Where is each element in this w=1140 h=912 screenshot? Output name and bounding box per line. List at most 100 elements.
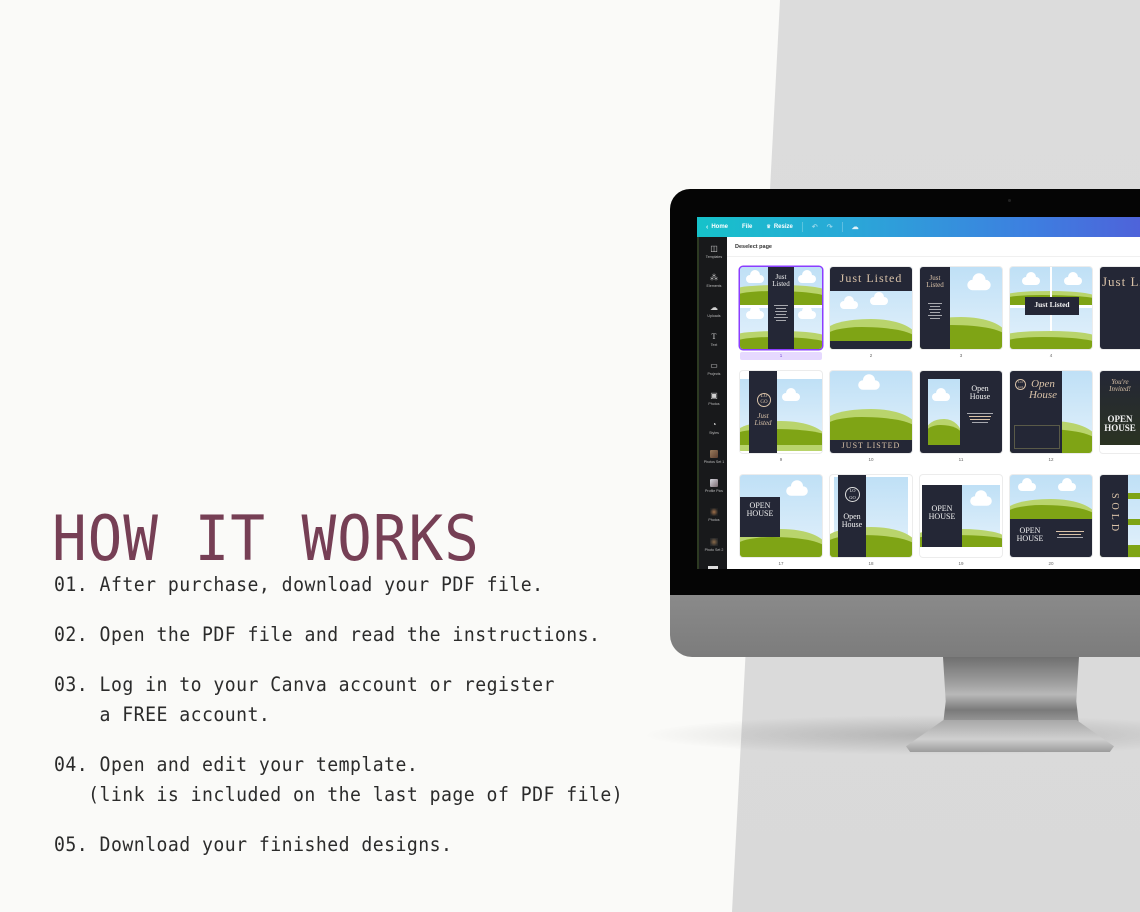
sidebar-item-styles[interactable]: ◔ Styles bbox=[699, 413, 729, 442]
camera-icon bbox=[1008, 199, 1011, 202]
page-preview: JUST LISTED bbox=[830, 371, 912, 453]
step-text: After purchase, download your PDF file. bbox=[99, 573, 544, 596]
sidebar-item-templates[interactable]: ◫ Templates bbox=[699, 237, 729, 266]
page-number: 10 bbox=[868, 457, 874, 462]
step-text-continued: (link is included on the last page of PD… bbox=[54, 783, 624, 806]
page-title: Just Listed bbox=[926, 274, 944, 289]
page-thumbnail[interactable]: LO GO Open House 12 bbox=[1010, 371, 1092, 475]
page-number: 19 bbox=[958, 561, 964, 566]
monitor-stand-foot bbox=[906, 720, 1114, 752]
canva-editor-screen: ‹ Home File ♛ Resize ↶ ↷ ☁ ◫ Templates ⁂ E… bbox=[697, 217, 1140, 569]
page-preview: Just Listed bbox=[920, 267, 1002, 349]
page-title: Just Listed bbox=[1034, 300, 1070, 309]
sidebar-item-label: Photo Set 2 bbox=[704, 547, 724, 552]
page-number: 4 bbox=[1049, 353, 1053, 358]
page-thumbnail[interactable]: You're Invited! OPEN HOUSE bbox=[1100, 371, 1140, 475]
home-button[interactable]: ‹ Home bbox=[706, 224, 728, 231]
page-title: OPEN HOUSE bbox=[1104, 414, 1136, 433]
sidebar-item-label: Styles bbox=[709, 430, 719, 435]
deselect-page-button[interactable]: Deselect page bbox=[727, 237, 1140, 257]
home-label: Home bbox=[711, 224, 729, 230]
page-thumbnail[interactable]: Open House 11 bbox=[920, 371, 1002, 475]
page-thumbnail[interactable]: Just Listed bbox=[1100, 267, 1140, 371]
sidebar-item-label: Uploads bbox=[707, 313, 721, 318]
page-heading: HOW IT WORKS bbox=[52, 502, 480, 575]
page-thumbnail[interactable]: OPEN HOUSE 17 bbox=[740, 475, 822, 569]
page-preview: You're Invited! OPEN HOUSE bbox=[1100, 371, 1140, 453]
sidebar-item-profile-pics[interactable]: Profile Pics bbox=[699, 471, 729, 500]
page-preview: LO GO Just Listed bbox=[740, 371, 822, 453]
sidebar-item-photo-set-2[interactable]: Photo Set 2 bbox=[699, 530, 729, 559]
page-preview: Open House bbox=[920, 371, 1002, 453]
canva-toolbar: ‹ Home File ♛ Resize ↶ ↷ ☁ bbox=[697, 217, 1140, 237]
page-thumbnail[interactable]: Just Listed 3 bbox=[920, 267, 1002, 371]
page-title: JUST LISTED bbox=[841, 441, 901, 450]
sidebar-item-label: Photos bbox=[708, 401, 720, 406]
page-preview: OPEN HOUSE bbox=[740, 475, 822, 557]
page-number: 3 bbox=[959, 353, 963, 358]
page-title: OPEN HOUSE bbox=[746, 501, 774, 518]
page-number bbox=[1100, 352, 1140, 360]
page-preview: SOLD bbox=[1100, 475, 1140, 557]
page-title: SOLD bbox=[1109, 492, 1120, 536]
monitor-chin bbox=[670, 595, 1140, 657]
page-thumbnail[interactable]: SOLD bbox=[1100, 475, 1140, 569]
logo-mark: LO GO bbox=[757, 393, 771, 407]
resize-label: Resize bbox=[773, 224, 793, 230]
toolbar-divider bbox=[801, 222, 803, 232]
sidebar-item-photos-2[interactable]: Photos bbox=[699, 501, 729, 530]
sidebar-item-label: Photos bbox=[708, 518, 720, 523]
resize-button[interactable]: ♛ Resize bbox=[766, 224, 793, 230]
photo-thumbnail-icon bbox=[710, 449, 718, 458]
page-number bbox=[1100, 456, 1140, 464]
sidebar-item-uploads[interactable]: ☁ Uploads bbox=[699, 296, 729, 325]
save-status-button[interactable]: ☁ bbox=[852, 223, 859, 231]
page-thumbnail[interactable]: OPEN HOUSE 20 bbox=[1010, 475, 1092, 569]
photo-thumbnail-icon bbox=[710, 508, 718, 517]
step-number: 01. bbox=[54, 573, 89, 596]
sidebar-item-text[interactable]: T Text bbox=[699, 325, 729, 354]
page-thumbnail[interactable]: Just Listed 2 bbox=[830, 267, 912, 371]
step-number: 05. bbox=[54, 833, 89, 856]
page-thumbnail[interactable]: LO GO Open House 18 bbox=[830, 475, 912, 569]
page-preview: Just Listed bbox=[1100, 267, 1140, 349]
sidebar-item-label: Text bbox=[710, 343, 718, 348]
sidebar-item-projects[interactable]: ▭ Projects bbox=[699, 354, 729, 383]
step-item: 01. After purchase, download your PDF fi… bbox=[54, 570, 623, 600]
step-number: 04. bbox=[54, 753, 89, 776]
sidebar-item-photos-set-1[interactable]: Photos Set 1 bbox=[699, 442, 729, 471]
logo-mark: LO GO bbox=[845, 487, 860, 502]
sidebar-item-photos[interactable]: ▣ Photos bbox=[699, 383, 729, 412]
page-preview: OPEN HOUSE bbox=[1010, 475, 1092, 557]
step-item: 05. Download your finished designs. bbox=[54, 830, 623, 860]
page-preview: Just Listed bbox=[740, 267, 822, 349]
sidebar-item-label: Projects bbox=[707, 372, 721, 377]
page-title: Open House bbox=[1028, 378, 1058, 401]
page-thumbnail[interactable]: Just Listed 4 bbox=[1010, 267, 1092, 371]
sidebar-item-elements[interactable]: ⁂ Elements bbox=[699, 266, 729, 295]
file-label: File bbox=[742, 224, 753, 230]
page-preview: LO GO Open House bbox=[1010, 371, 1092, 453]
page-preview: Just Listed bbox=[830, 267, 912, 349]
page-thumbnail[interactable]: JUST LISTED 10 bbox=[830, 371, 912, 475]
sidebar-more-handle[interactable] bbox=[708, 566, 718, 569]
step-text: Open and edit your template. bbox=[99, 753, 419, 776]
step-item: 02. Open the PDF file and read the instr… bbox=[54, 620, 623, 650]
page-thumbnail[interactable]: LO GO Just Listed 9 bbox=[740, 371, 822, 475]
sidebar-item-label: Photos Set 1 bbox=[703, 459, 725, 464]
page-title: Just Listed bbox=[754, 412, 772, 427]
page-grid-view: Deselect page Just Listed 1 Just Listed … bbox=[727, 237, 1140, 569]
file-menu-button[interactable]: File bbox=[742, 224, 752, 230]
undo-button[interactable]: ↶ bbox=[812, 223, 818, 231]
redo-button[interactable]: ↷ bbox=[827, 223, 833, 231]
step-text: Log in to your Canva account or register bbox=[99, 673, 555, 696]
photos-icon: ▣ bbox=[710, 390, 718, 400]
photo-thumbnail-icon bbox=[710, 479, 718, 488]
text-icon: T bbox=[711, 332, 717, 342]
page-number: 9 bbox=[779, 457, 783, 462]
page-number: 17 bbox=[778, 561, 784, 566]
page-number: 20 bbox=[1048, 561, 1054, 566]
step-number: 03. bbox=[54, 673, 89, 696]
page-thumbnail[interactable]: OPEN HOUSE 19 bbox=[920, 475, 1002, 569]
page-thumbnail[interactable]: Just Listed 1 bbox=[740, 267, 822, 371]
